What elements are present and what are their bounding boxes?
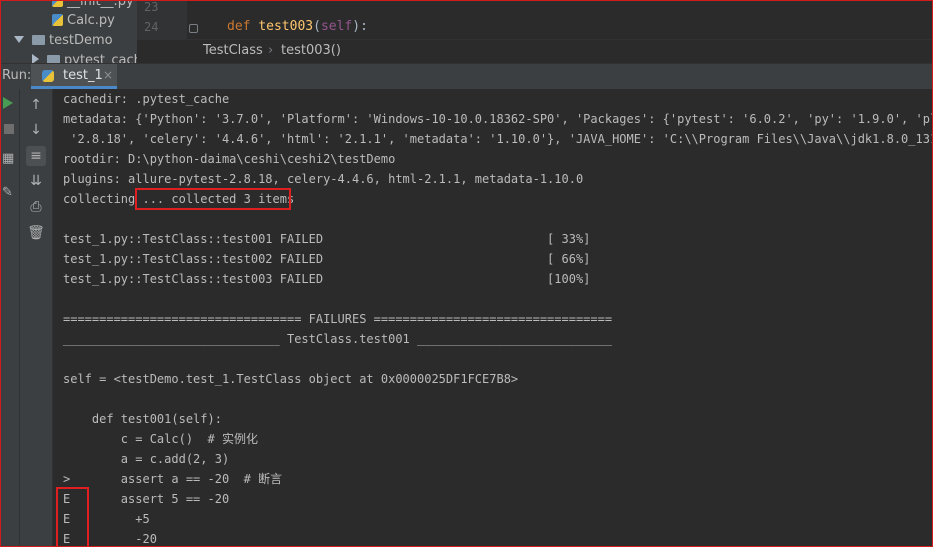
console-line: test_1.py::TestClass::test002 FAILED [ 6…: [63, 252, 591, 266]
console-line: c = Calc() # 实例化: [63, 432, 258, 446]
soft-wrap-icon[interactable]: ≡: [26, 146, 46, 166]
fold-marker-icon[interactable]: [189, 24, 198, 33]
trash-icon[interactable]: 🗑: [26, 223, 46, 243]
breadcrumb: TestClass › test003(): [137, 39, 933, 64]
layout-icon[interactable]: ▦: [2, 151, 14, 166]
rerun-icon[interactable]: [3, 97, 13, 109]
close-icon[interactable]: ×: [103, 68, 113, 82]
console-line: def test001(self):: [63, 412, 222, 426]
line-number: 24: [144, 20, 159, 34]
down-arrow-icon[interactable]: ↓: [26, 120, 46, 140]
console-line: a = c.add(2, 3): [63, 452, 230, 466]
console-line: assert a == -20 # 断言: [63, 472, 283, 486]
project-tree: __init__.py Calc.py testDemo pytest_cach: [0, 0, 137, 63]
python-file-icon: [52, 14, 63, 26]
highlight-error-box: [56, 487, 89, 547]
breadcrumb-method[interactable]: test003(): [281, 43, 341, 58]
tree-item-calc[interactable]: Calc.py: [52, 11, 115, 31]
run-label: Run:: [2, 68, 32, 83]
run-toolbar-secondary: ↑ ↓ ≡ ⇊ ⎙ 🗑: [20, 89, 53, 547]
python-test-icon: [42, 70, 54, 82]
line-number: 23: [144, 0, 159, 14]
console-line: rootdir: D:\python-daima\ceshi\ceshi2\te…: [63, 152, 396, 166]
console-line: ================================= FAILUR…: [63, 312, 613, 326]
run-toolwindow-header: Run: test_1 ×: [0, 63, 933, 90]
folder-icon: [32, 35, 45, 45]
tree-item-pytest-cache[interactable]: pytest_cach: [32, 51, 137, 63]
tree-item-testdemo[interactable]: testDemo: [14, 31, 113, 51]
console-line: self = <testDemo.test_1.TestClass object…: [63, 372, 519, 386]
run-tab-test-1[interactable]: test_1 ×: [31, 64, 117, 89]
stop-icon[interactable]: [4, 124, 14, 134]
console-line: '2.8.18', 'celery': '4.4.6', 'html': '2.…: [63, 132, 933, 146]
highlight-collected-box: [135, 188, 291, 210]
python-file-icon: [52, 0, 63, 7]
breadcrumb-class[interactable]: TestClass: [203, 43, 263, 58]
print-icon[interactable]: ⎙: [26, 197, 46, 217]
chevron-right-icon: ›: [268, 43, 274, 58]
scroll-to-end-icon[interactable]: ⇊: [26, 171, 46, 191]
console-line: test_1.py::TestClass::test001 FAILED [ 3…: [63, 232, 591, 246]
folder-icon: [47, 55, 60, 63]
chevron-right-icon[interactable]: [32, 54, 39, 63]
pin-icon[interactable]: ✎: [2, 185, 13, 200]
console-line: metadata: {'Python': '3.7.0', 'Platform'…: [63, 112, 933, 126]
error-marker: >: [63, 472, 71, 486]
console-line: test_1.py::TestClass::test003 FAILED [10…: [63, 272, 591, 286]
up-arrow-icon[interactable]: ↑: [26, 95, 46, 115]
console-line: plugins: allure-pytest-2.8.18, celery-4.…: [63, 172, 584, 186]
chevron-down-icon[interactable]: [14, 36, 24, 43]
console-line: cachedir: .pytest_cache: [63, 92, 230, 106]
console-line: ______________________________ TestClass…: [63, 332, 613, 346]
run-toolbar-left: ▦ ✎: [0, 89, 20, 547]
code-line[interactable]: def test003(self):: [227, 19, 368, 34]
console-output[interactable]: cachedir: .pytest_cache metadata: {'Pytho…: [53, 89, 933, 547]
